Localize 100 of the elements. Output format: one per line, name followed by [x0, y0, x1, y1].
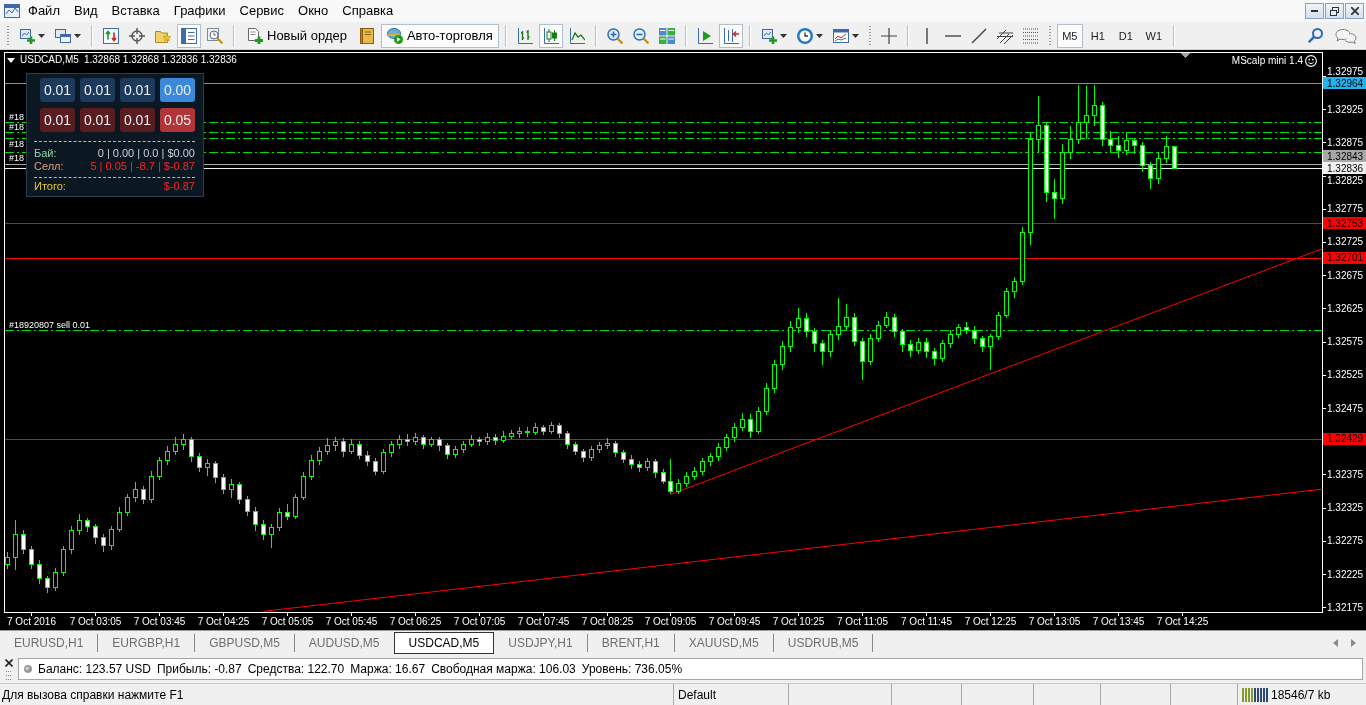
minimize-button[interactable]: [1305, 3, 1324, 19]
candle: [117, 506, 122, 533]
chart-tab[interactable]: XAUUSD,M5: [674, 634, 774, 652]
candle: [69, 525, 74, 555]
buy-lot-button[interactable]: 0.01: [80, 78, 115, 102]
scroll-left-icon[interactable]: [1333, 639, 1338, 647]
price-tick-label: 1.32925: [1327, 103, 1364, 115]
signal-bars-icon: [1242, 687, 1268, 702]
candle: [349, 438, 354, 455]
sell-lot-button[interactable]: 0.01: [40, 108, 75, 132]
candle: [533, 422, 538, 436]
auto-trading-button[interactable]: Авто-торговля: [380, 23, 499, 48]
candle: [796, 307, 801, 334]
candle: [1172, 146, 1177, 169]
menu-item[interactable]: Сервис: [232, 2, 292, 20]
candle: [557, 422, 562, 439]
candle: [157, 456, 162, 481]
candle: [1108, 130, 1113, 153]
chart-tab[interactable]: GBPUSD,M5: [195, 634, 295, 652]
period-button[interactable]: M5: [1056, 23, 1083, 48]
price-tick-label: 1.32175: [1327, 601, 1364, 613]
caret-icon: [779, 33, 787, 38]
triangle-marker-icon[interactable]: [1180, 53, 1191, 58]
menu-item[interactable]: Файл: [21, 2, 67, 20]
ref-line-label: 1.32836: [1327, 162, 1364, 174]
candle: [836, 297, 841, 341]
sell-lot-button[interactable]: 0.01: [80, 108, 115, 132]
candle: [916, 337, 921, 355]
restore-icon: [1330, 6, 1339, 16]
candle: [621, 449, 626, 464]
line-chart-icon: [568, 27, 585, 44]
candle: [45, 575, 50, 594]
candle: [676, 478, 681, 495]
candle: [469, 434, 474, 448]
candle: [748, 413, 753, 439]
order-label: #18920807 sell 0.01: [9, 320, 91, 331]
chart-tab[interactable]: EURGBP,H1: [98, 634, 196, 652]
period-button[interactable]: D1: [1112, 23, 1139, 48]
candle: [844, 303, 849, 331]
candle: [381, 448, 386, 475]
candle: [437, 436, 442, 452]
target-icon: [129, 27, 145, 44]
chat-icon[interactable]: [1335, 27, 1357, 44]
candle: [684, 472, 689, 488]
chart-tab[interactable]: USDRUB,M5: [773, 634, 874, 652]
candle: [501, 430, 506, 444]
summary-value: $-0.87: [163, 180, 195, 193]
chart-shift-button[interactable]: [718, 23, 743, 48]
order-label: #18: [9, 153, 25, 164]
chart-tab[interactable]: BRENT,H1: [587, 634, 675, 652]
dropdown-triangle-icon[interactable]: [7, 57, 15, 63]
candlestick-icon: [542, 27, 559, 44]
candle: [1012, 276, 1017, 299]
sell-lot-button[interactable]: 0.05: [160, 108, 195, 132]
candle: [956, 323, 961, 339]
close-button[interactable]: [1345, 3, 1364, 19]
candle: [453, 445, 458, 459]
menu-item[interactable]: Окно: [291, 2, 336, 20]
candle: [413, 432, 418, 446]
period-button[interactable]: W1: [1140, 23, 1167, 48]
buy-lot-button[interactable]: 0.01: [40, 78, 75, 102]
candle: [165, 445, 170, 466]
new-order-button[interactable]: Новый ордер: [241, 23, 353, 48]
close-icon: [1350, 7, 1359, 15]
chart-tab[interactable]: USDJPY,H1: [494, 634, 588, 652]
candle: [189, 436, 194, 463]
chart-tab[interactable]: EURUSD,H1: [0, 634, 99, 652]
candle: [1060, 143, 1065, 205]
menu-item[interactable]: Графики: [166, 2, 233, 20]
candle: [93, 523, 98, 545]
order-label: #18: [9, 112, 25, 123]
candlestick-chart-button[interactable]: [538, 23, 563, 48]
time-tick-label: 7 Oct 11:45: [901, 616, 952, 627]
channel-lines-icon: [996, 27, 1013, 44]
search-icon[interactable]: [1308, 28, 1323, 43]
account-value: Баланс: 123.57 USD: [38, 662, 151, 676]
candle: [828, 329, 833, 358]
price-tick-label: 1.32625: [1327, 302, 1364, 314]
close-icon[interactable]: [5, 658, 13, 667]
grid-icon: [658, 27, 675, 44]
windows-icon: [55, 27, 71, 44]
candle: [277, 507, 282, 532]
restore-button[interactable]: [1325, 3, 1344, 19]
terminal-button[interactable]: [177, 23, 201, 48]
window-chart-icon[interactable]: [4, 3, 20, 19]
menu-item[interactable]: Справка: [335, 2, 401, 20]
scroll-right-icon[interactable]: [1351, 639, 1356, 647]
price-tick-label: 1.32325: [1327, 502, 1364, 514]
price-tick-label: 1.32875: [1327, 136, 1364, 148]
chart-tab[interactable]: USDCAD,M5: [393, 632, 495, 654]
candle: [485, 432, 490, 446]
sell-lot-button[interactable]: 0.01: [120, 108, 155, 132]
arrows-window-icon: [103, 27, 119, 44]
candle: [772, 359, 777, 394]
period-button[interactable]: H1: [1084, 23, 1111, 48]
menu-item[interactable]: Вид: [66, 2, 105, 20]
grip-icon[interactable]: [6, 670, 12, 680]
menu-item[interactable]: Вставка: [104, 2, 167, 20]
account-value: Прибыль: -0.87: [156, 662, 242, 676]
buy-lot-button[interactable]: 0.01: [120, 78, 155, 102]
